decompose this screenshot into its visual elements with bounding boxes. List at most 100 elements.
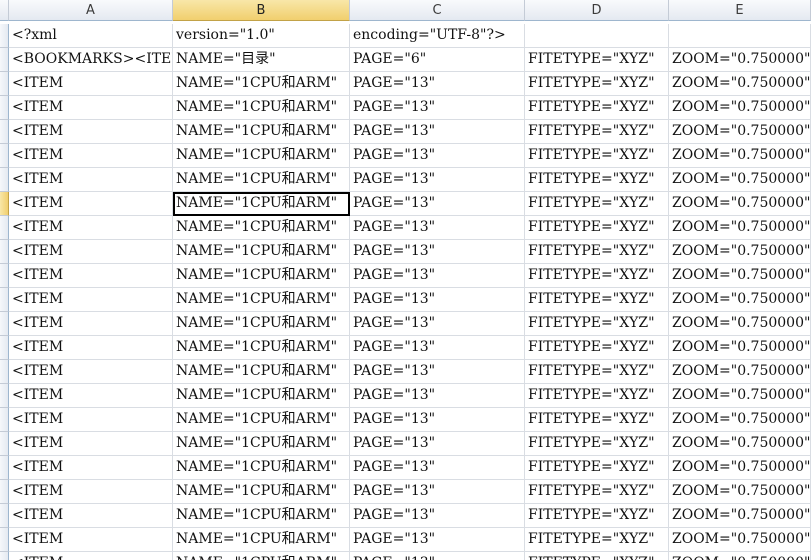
cell-b[interactable]: NAME="1CPU和ARM" bbox=[173, 216, 350, 240]
cell-d[interactable]: FITETYPE="XYZ" bbox=[525, 360, 669, 384]
cell-d[interactable]: FITETYPE="XYZ" bbox=[525, 480, 669, 504]
cell-b[interactable]: NAME="1CPU和ARM" bbox=[173, 552, 350, 560]
cell-a[interactable]: <ITEM bbox=[9, 288, 173, 312]
cell-e[interactable]: ZOOM="0.750000" bbox=[669, 552, 811, 560]
cell-b[interactable]: NAME="1CPU和ARM" bbox=[173, 96, 350, 120]
cell-c[interactable]: PAGE="13" bbox=[350, 432, 525, 456]
cell-b[interactable]: NAME="1CPU和ARM" bbox=[173, 288, 350, 312]
cell-c[interactable]: PAGE="6" bbox=[350, 48, 525, 72]
cell-a[interactable]: <ITEM bbox=[9, 240, 173, 264]
cell-b[interactable]: NAME="1CPU和ARM" bbox=[173, 144, 350, 168]
cell-d[interactable]: FITETYPE="XYZ" bbox=[525, 120, 669, 144]
cell-e[interactable]: ZOOM="0.750000" bbox=[669, 144, 811, 168]
cell-e[interactable]: ZOOM="0.750000" bbox=[669, 288, 811, 312]
cell-d[interactable]: FITETYPE="XYZ" bbox=[525, 384, 669, 408]
row-header[interactable] bbox=[0, 168, 9, 192]
row-header[interactable] bbox=[0, 408, 9, 432]
cell-e[interactable]: ZOOM="0.750000" bbox=[669, 240, 811, 264]
cell-d[interactable]: FITETYPE="XYZ" bbox=[525, 288, 669, 312]
cell-e[interactable]: ZOOM="0.750000" bbox=[669, 336, 811, 360]
cell-e[interactable]: ZOOM="0.750000" bbox=[669, 432, 811, 456]
cell-e[interactable]: ZOOM="0.750000" bbox=[669, 504, 811, 528]
column-header-b[interactable]: B bbox=[173, 0, 350, 21]
row-header[interactable] bbox=[0, 240, 9, 264]
row-header[interactable] bbox=[0, 312, 9, 336]
cell-b[interactable]: NAME="1CPU和ARM" bbox=[173, 528, 350, 552]
cell-c[interactable]: PAGE="13" bbox=[350, 528, 525, 552]
cell-c[interactable]: PAGE="13" bbox=[350, 168, 525, 192]
cell-c[interactable]: PAGE="13" bbox=[350, 504, 525, 528]
cell-c[interactable]: PAGE="13" bbox=[350, 240, 525, 264]
cell-d[interactable]: FITETYPE="XYZ" bbox=[525, 72, 669, 96]
cell-e[interactable]: ZOOM="0.750000" bbox=[669, 264, 811, 288]
cell-d[interactable]: FITETYPE="XYZ" bbox=[525, 408, 669, 432]
cell-a[interactable]: <BOOKMARKS><ITEM bbox=[9, 48, 173, 72]
row-header[interactable] bbox=[0, 480, 9, 504]
column-header-d[interactable]: D bbox=[525, 0, 669, 21]
cell-c[interactable]: PAGE="13" bbox=[350, 312, 525, 336]
cell-d[interactable]: FITETYPE="XYZ" bbox=[525, 192, 669, 216]
row-header[interactable] bbox=[0, 384, 9, 408]
cell-e[interactable]: ZOOM="0.750000" bbox=[669, 312, 811, 336]
row-header[interactable] bbox=[0, 96, 9, 120]
cell-b[interactable]: NAME="1CPU和ARM" bbox=[173, 384, 350, 408]
cell-c[interactable]: PAGE="13" bbox=[350, 192, 525, 216]
cell-b[interactable]: NAME="1CPU和ARM" bbox=[173, 408, 350, 432]
cell-c[interactable]: PAGE="13" bbox=[350, 384, 525, 408]
row-header[interactable] bbox=[0, 264, 9, 288]
cell-b[interactable]: NAME="1CPU和ARM" bbox=[173, 336, 350, 360]
select-all-corner[interactable] bbox=[0, 0, 9, 21]
cell-a[interactable]: <ITEM bbox=[9, 120, 173, 144]
cell-e[interactable]: ZOOM="0.750000" bbox=[669, 528, 811, 552]
cell-d[interactable]: FITETYPE="XYZ" bbox=[525, 216, 669, 240]
cell-d[interactable]: FITETYPE="XYZ" bbox=[525, 264, 669, 288]
cell-a[interactable]: <?xml bbox=[9, 24, 173, 48]
row-header[interactable] bbox=[0, 120, 9, 144]
cell-a[interactable]: <ITEM bbox=[9, 408, 173, 432]
cell-d[interactable]: FITETYPE="XYZ" bbox=[525, 48, 669, 72]
cell-e[interactable]: ZOOM="0.750000" bbox=[669, 48, 811, 72]
cell-d[interactable]: FITETYPE="XYZ" bbox=[525, 168, 669, 192]
cell-c[interactable]: PAGE="13" bbox=[350, 360, 525, 384]
column-header-c[interactable]: C bbox=[350, 0, 525, 21]
cell-b[interactable]: NAME="1CPU和ARM" bbox=[173, 360, 350, 384]
cell-e[interactable]: ZOOM="0.750000" bbox=[669, 480, 811, 504]
row-header[interactable] bbox=[0, 24, 9, 48]
cell-c[interactable]: PAGE="13" bbox=[350, 216, 525, 240]
cell-a[interactable]: <ITEM bbox=[9, 264, 173, 288]
cell-e[interactable]: ZOOM="0.750000" bbox=[669, 360, 811, 384]
cell-e[interactable]: ZOOM="0.750000" bbox=[669, 72, 811, 96]
cell-a[interactable]: <ITEM bbox=[9, 96, 173, 120]
row-header[interactable] bbox=[0, 48, 9, 72]
cell-c[interactable]: PAGE="13" bbox=[350, 336, 525, 360]
cell-e[interactable]: ZOOM="0.750000" bbox=[669, 96, 811, 120]
cell-d[interactable]: FITETYPE="XYZ" bbox=[525, 240, 669, 264]
column-header-e[interactable]: E bbox=[669, 0, 811, 21]
row-header[interactable] bbox=[0, 360, 9, 384]
cell-c[interactable]: PAGE="13" bbox=[350, 120, 525, 144]
cell-e[interactable]: ZOOM="0.750000" bbox=[669, 216, 811, 240]
cell-b[interactable]: NAME="1CPU和ARM" bbox=[173, 432, 350, 456]
cell-a[interactable]: <ITEM bbox=[9, 384, 173, 408]
cell-b[interactable]: NAME="1CPU和ARM" bbox=[173, 456, 350, 480]
cell-b[interactable]: NAME="1CPU和ARM" bbox=[173, 192, 350, 216]
cell-a[interactable]: <ITEM bbox=[9, 480, 173, 504]
cell-d[interactable]: FITETYPE="XYZ" bbox=[525, 552, 669, 560]
cell-c[interactable]: PAGE="13" bbox=[350, 264, 525, 288]
cell-c[interactable]: PAGE="13" bbox=[350, 96, 525, 120]
cell-e[interactable]: ZOOM="0.750000" bbox=[669, 168, 811, 192]
cell-a[interactable]: <ITEM bbox=[9, 432, 173, 456]
cell-d[interactable]: FITETYPE="XYZ" bbox=[525, 456, 669, 480]
cell-d[interactable]: FITETYPE="XYZ" bbox=[525, 336, 669, 360]
row-header[interactable] bbox=[0, 288, 9, 312]
cell-c[interactable]: PAGE="13" bbox=[350, 72, 525, 96]
cell-e[interactable]: ZOOM="0.750000" bbox=[669, 192, 811, 216]
cell-c[interactable]: PAGE="13" bbox=[350, 480, 525, 504]
cell-d[interactable]: FITETYPE="XYZ" bbox=[525, 528, 669, 552]
cell-e[interactable] bbox=[669, 24, 811, 48]
row-header[interactable] bbox=[0, 528, 9, 552]
cell-b[interactable]: NAME="1CPU和ARM" bbox=[173, 72, 350, 96]
cell-d[interactable]: FITETYPE="XYZ" bbox=[525, 312, 669, 336]
cell-a[interactable]: <ITEM bbox=[9, 168, 173, 192]
cell-a[interactable]: <ITEM bbox=[9, 456, 173, 480]
